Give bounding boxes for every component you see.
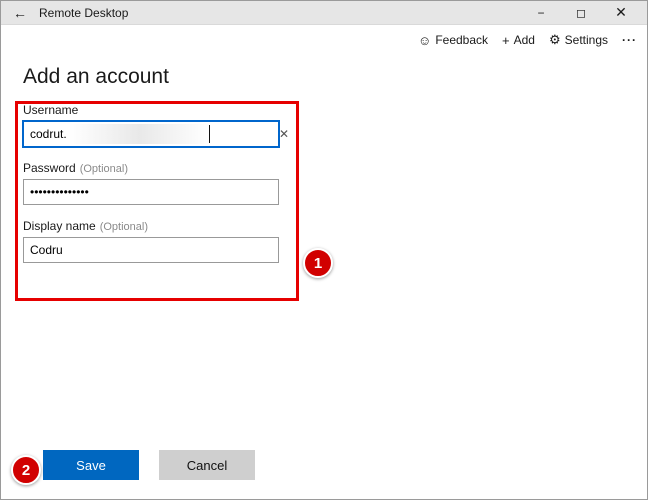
username-input[interactable] [23, 121, 279, 147]
password-label: Password(Optional) [23, 161, 299, 175]
footer-buttons: Save Cancel [1, 447, 647, 499]
gear-icon: ⚙ [549, 32, 561, 48]
settings-button[interactable]: ⚙ Settings [549, 32, 608, 48]
close-button[interactable]: ✕ [601, 2, 641, 24]
minimize-button[interactable]: − [521, 2, 561, 24]
smiley-icon: ☺ [418, 33, 431, 48]
username-label: Username [23, 103, 299, 117]
save-button[interactable]: Save [43, 450, 139, 480]
cancel-button[interactable]: Cancel [159, 450, 255, 480]
add-label: Add [514, 33, 535, 47]
password-input[interactable] [23, 179, 279, 205]
more-button[interactable]: ··· [622, 33, 637, 47]
annotation-badge-1: 1 [303, 248, 333, 278]
settings-label: Settings [565, 33, 608, 47]
plus-icon: + [502, 33, 510, 48]
content-area: Add an account Username ✕ Password(Optio… [1, 55, 647, 447]
clear-username-icon[interactable]: ✕ [275, 121, 293, 147]
add-button[interactable]: + Add [502, 33, 535, 48]
window-title: Remote Desktop [33, 6, 128, 20]
back-button[interactable]: ← [7, 5, 33, 21]
page-title: Add an account [23, 65, 625, 89]
display-name-label: Display name(Optional) [23, 219, 299, 233]
display-name-input[interactable] [23, 237, 279, 263]
feedback-button[interactable]: ☺ Feedback [418, 33, 488, 48]
text-caret [209, 125, 210, 143]
feedback-label: Feedback [435, 33, 488, 47]
maximize-button[interactable]: ◻ [561, 2, 601, 24]
titlebar: ← Remote Desktop − ◻ ✕ [1, 1, 647, 25]
toolbar: ☺ Feedback + Add ⚙ Settings ··· [1, 25, 647, 55]
annotation-badge-2: 2 [11, 455, 41, 485]
